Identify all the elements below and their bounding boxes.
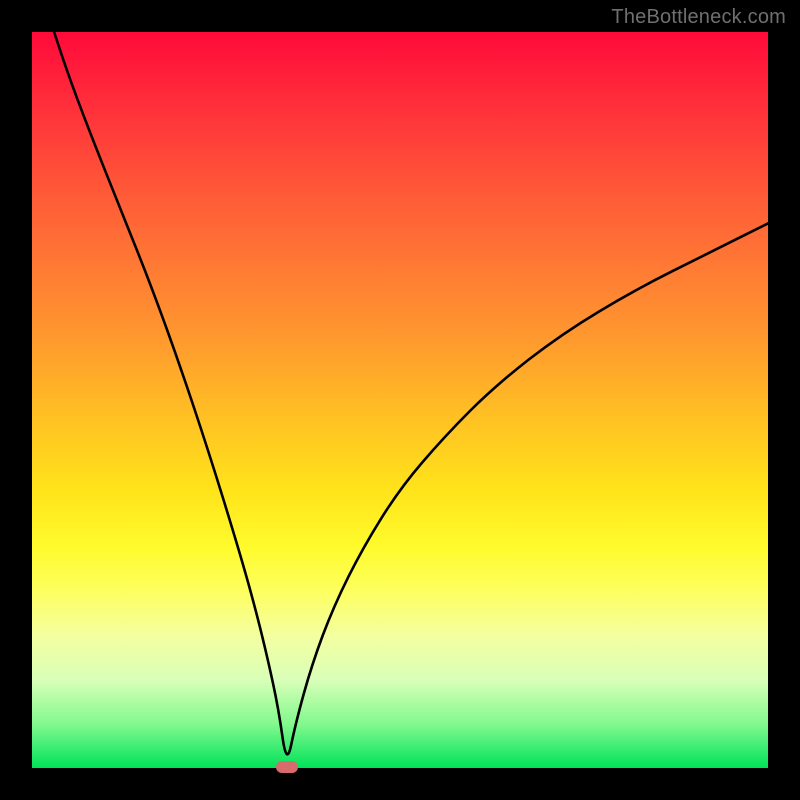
watermark-text: TheBottleneck.com [611,6,786,29]
bottleneck-curve-path [54,32,768,754]
plot-area [32,32,768,768]
curve-layer [32,32,768,768]
minimum-marker [276,761,298,773]
chart-frame: TheBottleneck.com [0,0,800,800]
